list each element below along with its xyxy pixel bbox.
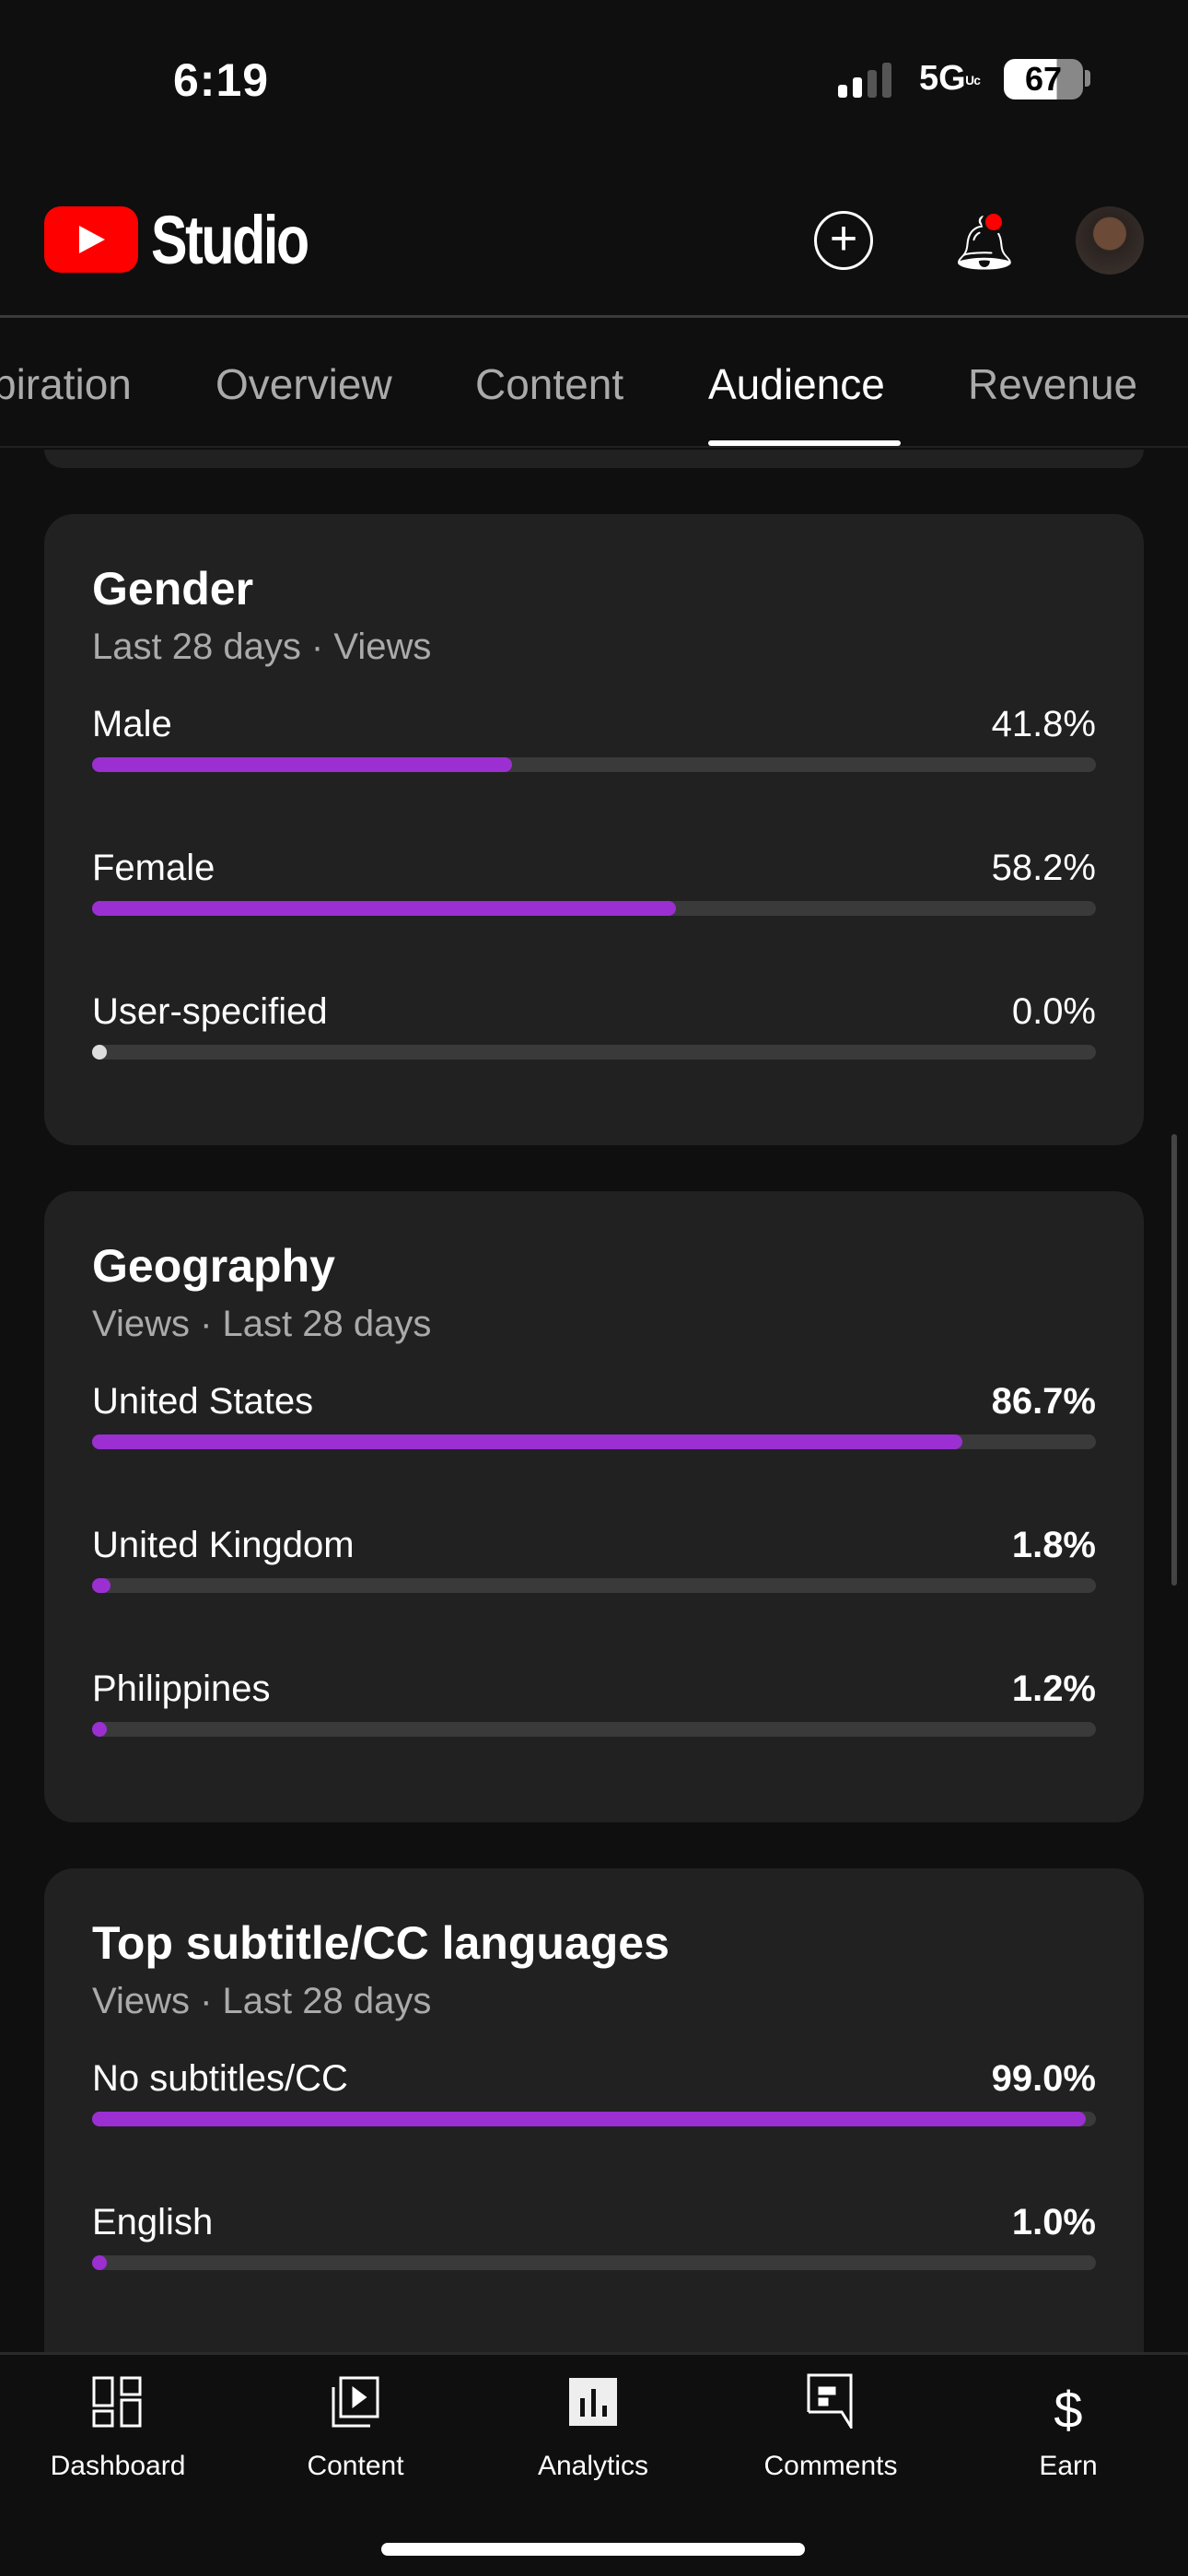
list-item[interactable]: Female 58.2% xyxy=(92,816,1096,960)
nav-label: Analytics xyxy=(537,2451,649,2481)
tab-inspiration[interactable]: piration xyxy=(0,359,132,409)
nav-dashboard[interactable]: Dashboard xyxy=(17,2373,219,2482)
card-gender: Gender Last 28 days · Views Male 41.8% F… xyxy=(44,514,1144,1145)
row-label: English xyxy=(92,2202,214,2242)
tab-content[interactable]: Content xyxy=(475,359,623,409)
nav-label: Content xyxy=(307,2451,404,2481)
list-item[interactable]: No subtitles/CC 99.0% xyxy=(92,2027,1096,2171)
signal-icon xyxy=(838,61,891,98)
dollar-icon: $ xyxy=(1054,2381,1083,2439)
previous-card xyxy=(44,450,1144,468)
row-label: Philippines xyxy=(92,1669,271,1709)
nav-label: Dashboard xyxy=(50,2451,186,2481)
app-title: Studio xyxy=(151,202,309,278)
progress-fill xyxy=(92,2112,1087,2126)
row-label: User-specified xyxy=(92,991,328,1032)
tab-bar: piration Overview Content Audience Reven… xyxy=(0,359,1188,448)
row-value: 58.2% xyxy=(991,848,1096,888)
battery-nub xyxy=(1085,70,1090,87)
tab-overview[interactable]: Overview xyxy=(215,359,392,409)
card-subtitle: Views · Last 28 days xyxy=(92,1981,432,2021)
progress-fill xyxy=(92,757,512,772)
progress-track xyxy=(92,1722,1096,1737)
progress-track xyxy=(92,2112,1096,2126)
list-item[interactable]: Male 41.8% xyxy=(92,673,1096,816)
nav-content[interactable]: Content xyxy=(254,2373,457,2482)
card-subtitle: Views · Last 28 days xyxy=(92,1304,432,1344)
progress-fill xyxy=(92,1045,107,1060)
divider xyxy=(0,315,1188,318)
row-value: 1.2% xyxy=(1011,1669,1096,1709)
avatar[interactable] xyxy=(1076,206,1144,275)
nav-earn[interactable]: $ Earn xyxy=(967,2373,1170,2482)
comments-icon xyxy=(729,2373,932,2447)
row-label: No subtitles/CC xyxy=(92,2058,348,2099)
active-tab-indicator xyxy=(708,440,901,446)
card-title: Top subtitle/CC languages xyxy=(92,1917,670,1969)
card-geography: Geography Views · Last 28 days United St… xyxy=(44,1191,1144,1822)
scrollbar[interactable] xyxy=(1171,1134,1177,1586)
list-item[interactable]: English 1.0% xyxy=(92,2171,1096,2314)
card-title: Gender xyxy=(92,563,254,615)
tab-revenue[interactable]: Revenue xyxy=(968,359,1137,409)
card-subtitle: Last 28 days · Views xyxy=(92,626,432,667)
progress-fill xyxy=(92,1722,107,1737)
network-label: 5Gᵁᶜ xyxy=(919,59,982,98)
row-label: United Kingdom xyxy=(92,1525,355,1565)
progress-fill xyxy=(92,1434,963,1449)
create-icon[interactable]: + xyxy=(814,211,873,270)
list-item[interactable]: United States 86.7% xyxy=(92,1350,1096,1493)
progress-fill xyxy=(92,1578,111,1593)
progress-track xyxy=(92,901,1096,916)
progress-track xyxy=(92,1045,1096,1060)
youtube-logo-icon[interactable] xyxy=(44,206,138,273)
nav-label: Comments xyxy=(763,2451,898,2481)
list-item[interactable]: User-specified 0.0% xyxy=(92,960,1096,1104)
row-label: Male xyxy=(92,704,172,744)
progress-track xyxy=(92,757,1096,772)
row-value: 1.0% xyxy=(1011,2202,1096,2242)
list-item[interactable]: United Kingdom 1.8% xyxy=(92,1493,1096,1637)
progress-track xyxy=(92,2255,1096,2270)
row-value: 99.0% xyxy=(991,2058,1096,2099)
notification-dot xyxy=(982,210,1006,234)
row-value: 86.7% xyxy=(991,1381,1096,1422)
progress-track xyxy=(92,1578,1096,1593)
home-indicator[interactable] xyxy=(381,2543,805,2556)
nav-label: Earn xyxy=(1039,2451,1098,2481)
row-value: 41.8% xyxy=(991,704,1096,744)
row-label: Female xyxy=(92,848,215,888)
progress-fill xyxy=(92,2255,107,2270)
tab-audience[interactable]: Audience xyxy=(708,359,885,409)
progress-fill xyxy=(92,901,677,916)
list-item[interactable]: Philippines 1.2% xyxy=(92,1637,1096,1781)
nav-analytics[interactable]: Analytics xyxy=(492,2373,694,2482)
analytics-icon xyxy=(492,2373,694,2447)
row-value: 0.0% xyxy=(1011,991,1096,1032)
status-time: 6:19 xyxy=(173,54,270,106)
nav-comments[interactable]: Comments xyxy=(729,2373,932,2482)
battery-icon: 67 xyxy=(1004,59,1083,100)
dashboard-icon xyxy=(17,2373,219,2447)
progress-track xyxy=(92,1434,1096,1449)
row-value: 1.8% xyxy=(1011,1525,1096,1565)
card-title: Geography xyxy=(92,1240,335,1292)
row-label: United States xyxy=(92,1381,314,1422)
content-icon xyxy=(254,2373,457,2447)
